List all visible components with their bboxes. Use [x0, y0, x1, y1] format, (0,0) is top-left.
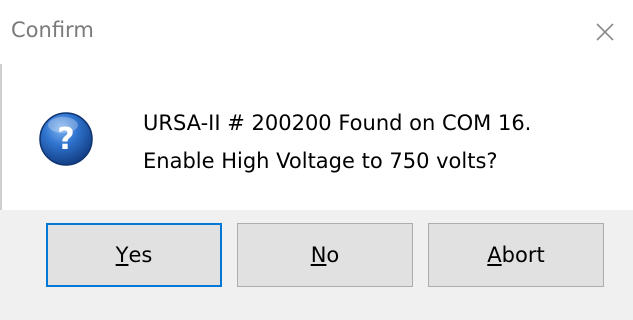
message-line-2: Enable High Voltage to 750 volts?	[143, 149, 498, 173]
dialog-title: Confirm	[11, 18, 94, 42]
yes-mnemonic: Y	[115, 243, 129, 267]
message-line-1: URSA-II # 200200 Found on COM 16.	[143, 111, 532, 135]
abort-mnemonic: A	[487, 243, 502, 267]
abort-button[interactable]: Abort	[428, 223, 604, 287]
no-mnemonic: N	[310, 243, 327, 267]
yes-button[interactable]: Yes	[46, 223, 222, 287]
button-bar: Yes No Abort	[0, 210, 633, 320]
question-icon: ?	[38, 111, 94, 167]
yes-label-rest: es	[128, 243, 153, 267]
no-button[interactable]: No	[237, 223, 413, 287]
confirm-dialog: Confirm ? URSA-II # 200200 Found on COM …	[0, 0, 633, 320]
message-area: ? URSA-II # 200200 Found on COM 16. Enab…	[0, 64, 633, 210]
no-label-rest: o	[326, 243, 340, 267]
close-button[interactable]	[577, 0, 633, 64]
abort-label-rest: bort	[501, 243, 545, 267]
message-text: URSA-II # 200200 Found on COM 16. Enable…	[143, 104, 531, 180]
title-bar: Confirm	[0, 0, 633, 65]
close-icon	[596, 23, 614, 41]
svg-text:?: ?	[57, 122, 74, 157]
